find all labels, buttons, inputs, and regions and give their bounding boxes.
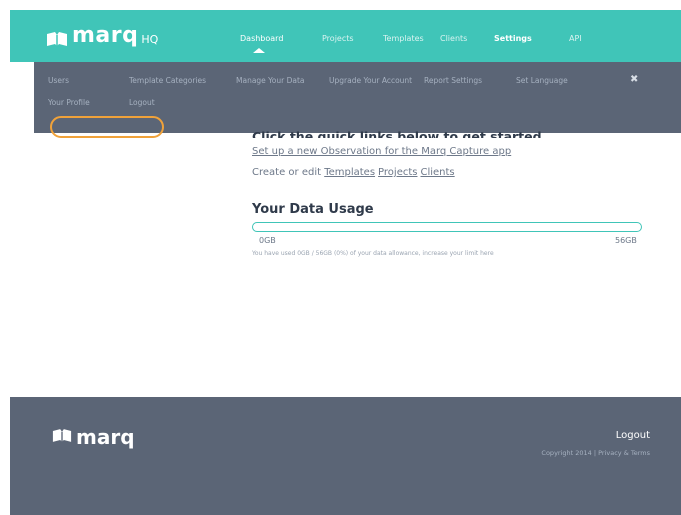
dropdown-caret — [253, 48, 265, 53]
create-edit-line: Create or edit Templates Projects Clients — [252, 167, 458, 178]
brand-suffix: HQ — [141, 33, 159, 46]
usage-note[interactable]: You have used 0GB / 56GB (0%) of your da… — [252, 250, 494, 257]
menu-item-upgrade-account[interactable]: Upgrade Your Account — [329, 76, 412, 85]
nav-api[interactable]: API — [569, 34, 582, 43]
brand-name: marq — [72, 23, 139, 48]
footer-logout-link[interactable]: Logout — [616, 430, 650, 441]
close-icon[interactable]: ✖ — [630, 74, 638, 85]
footer-logo[interactable]: marq — [52, 427, 135, 447]
clients-link[interactable]: Clients — [420, 167, 454, 178]
data-usage-bar — [252, 222, 642, 232]
menu-item-template-categories[interactable]: Template Categories — [129, 76, 206, 85]
footer: marq Logout Copyright 2014 | Privacy & T… — [10, 397, 681, 515]
projects-link[interactable]: Projects — [378, 167, 417, 178]
usage-max-label: 56GB — [615, 236, 637, 245]
nav-settings[interactable]: Settings — [494, 34, 532, 43]
data-usage-title: Your Data Usage — [252, 202, 374, 217]
menu-item-set-language[interactable]: Set Language — [516, 76, 568, 85]
book-icon — [46, 31, 68, 47]
nav-clients[interactable]: Clients — [440, 34, 467, 43]
footer-copyright[interactable]: Copyright 2014 | Privacy & Terms — [541, 449, 650, 457]
book-icon — [52, 428, 72, 447]
menu-item-users[interactable]: Users — [48, 76, 69, 85]
menu-item-logout[interactable]: Logout — [129, 98, 155, 107]
brand-logo[interactable]: marq HQ — [46, 25, 158, 47]
observation-line: Set up a new Observation for the Marq Ca… — [252, 146, 511, 157]
top-navigation-bar: marq HQ Dashboard Projects Templates Cli… — [10, 10, 681, 62]
sidebar-action-button[interactable] — [50, 116, 164, 138]
menu-item-report-settings[interactable]: Report Settings — [424, 76, 482, 85]
usage-min-label: 0GB — [259, 236, 276, 245]
nav-dashboard[interactable]: Dashboard — [240, 34, 283, 43]
nav-templates[interactable]: Templates — [383, 34, 424, 43]
footer-brand-name: marq — [76, 425, 135, 449]
menu-item-manage-data[interactable]: Manage Your Data — [236, 76, 304, 85]
new-observation-link[interactable]: Set up a new Observation for the Marq Ca… — [252, 146, 511, 157]
quick-links-heading-wrap: Click the quick links below to get start… — [252, 124, 552, 138]
create-edit-prefix: Create or edit — [252, 167, 322, 178]
nav-projects[interactable]: Projects — [322, 34, 354, 43]
quick-links-heading: Click the quick links below to get start… — [252, 129, 542, 138]
menu-item-your-profile[interactable]: Your Profile — [48, 98, 90, 107]
templates-link[interactable]: Templates — [324, 167, 375, 178]
